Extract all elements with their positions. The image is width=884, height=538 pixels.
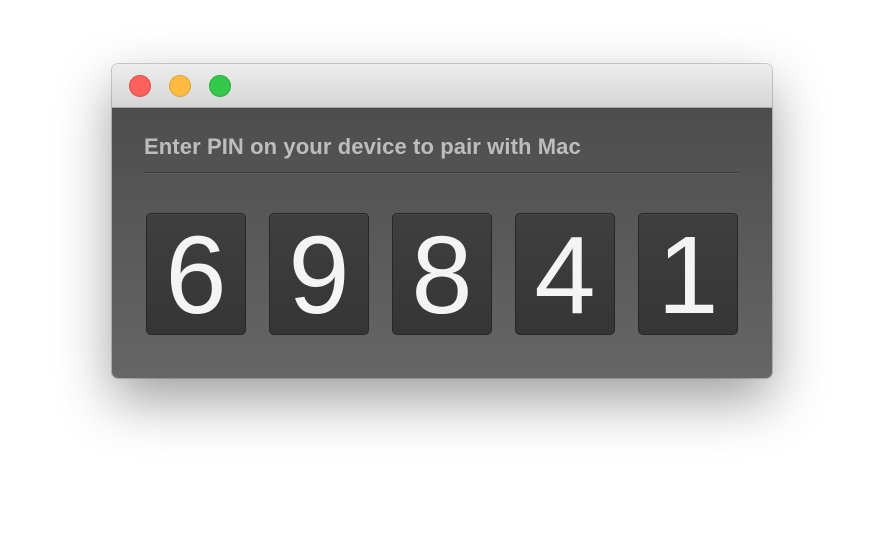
pin-digit-1: 6 (146, 213, 246, 335)
pin-display: 6 9 8 4 1 (146, 213, 740, 335)
zoom-button[interactable] (209, 75, 231, 97)
pairing-panel: Enter PIN on your device to pair with Ma… (112, 108, 772, 378)
pin-digit-5-value: 1 (657, 214, 719, 337)
pin-digit-3-value: 8 (411, 214, 473, 337)
pin-instruction: Enter PIN on your device to pair with Ma… (144, 134, 581, 159)
pin-digit-2-value: 9 (288, 214, 350, 337)
pairing-window: Enter PIN on your device to pair with Ma… (112, 64, 772, 378)
close-button[interactable] (129, 75, 151, 97)
pin-digit-2: 9 (269, 213, 369, 335)
divider (145, 172, 739, 173)
minimize-button[interactable] (169, 75, 191, 97)
pin-digit-3: 8 (392, 213, 492, 335)
title-bar[interactable] (112, 64, 772, 108)
pin-digit-5: 1 (638, 213, 738, 335)
pin-digit-4-value: 4 (534, 214, 596, 337)
pin-digit-4: 4 (515, 213, 615, 335)
pin-digit-1-value: 6 (165, 214, 227, 337)
